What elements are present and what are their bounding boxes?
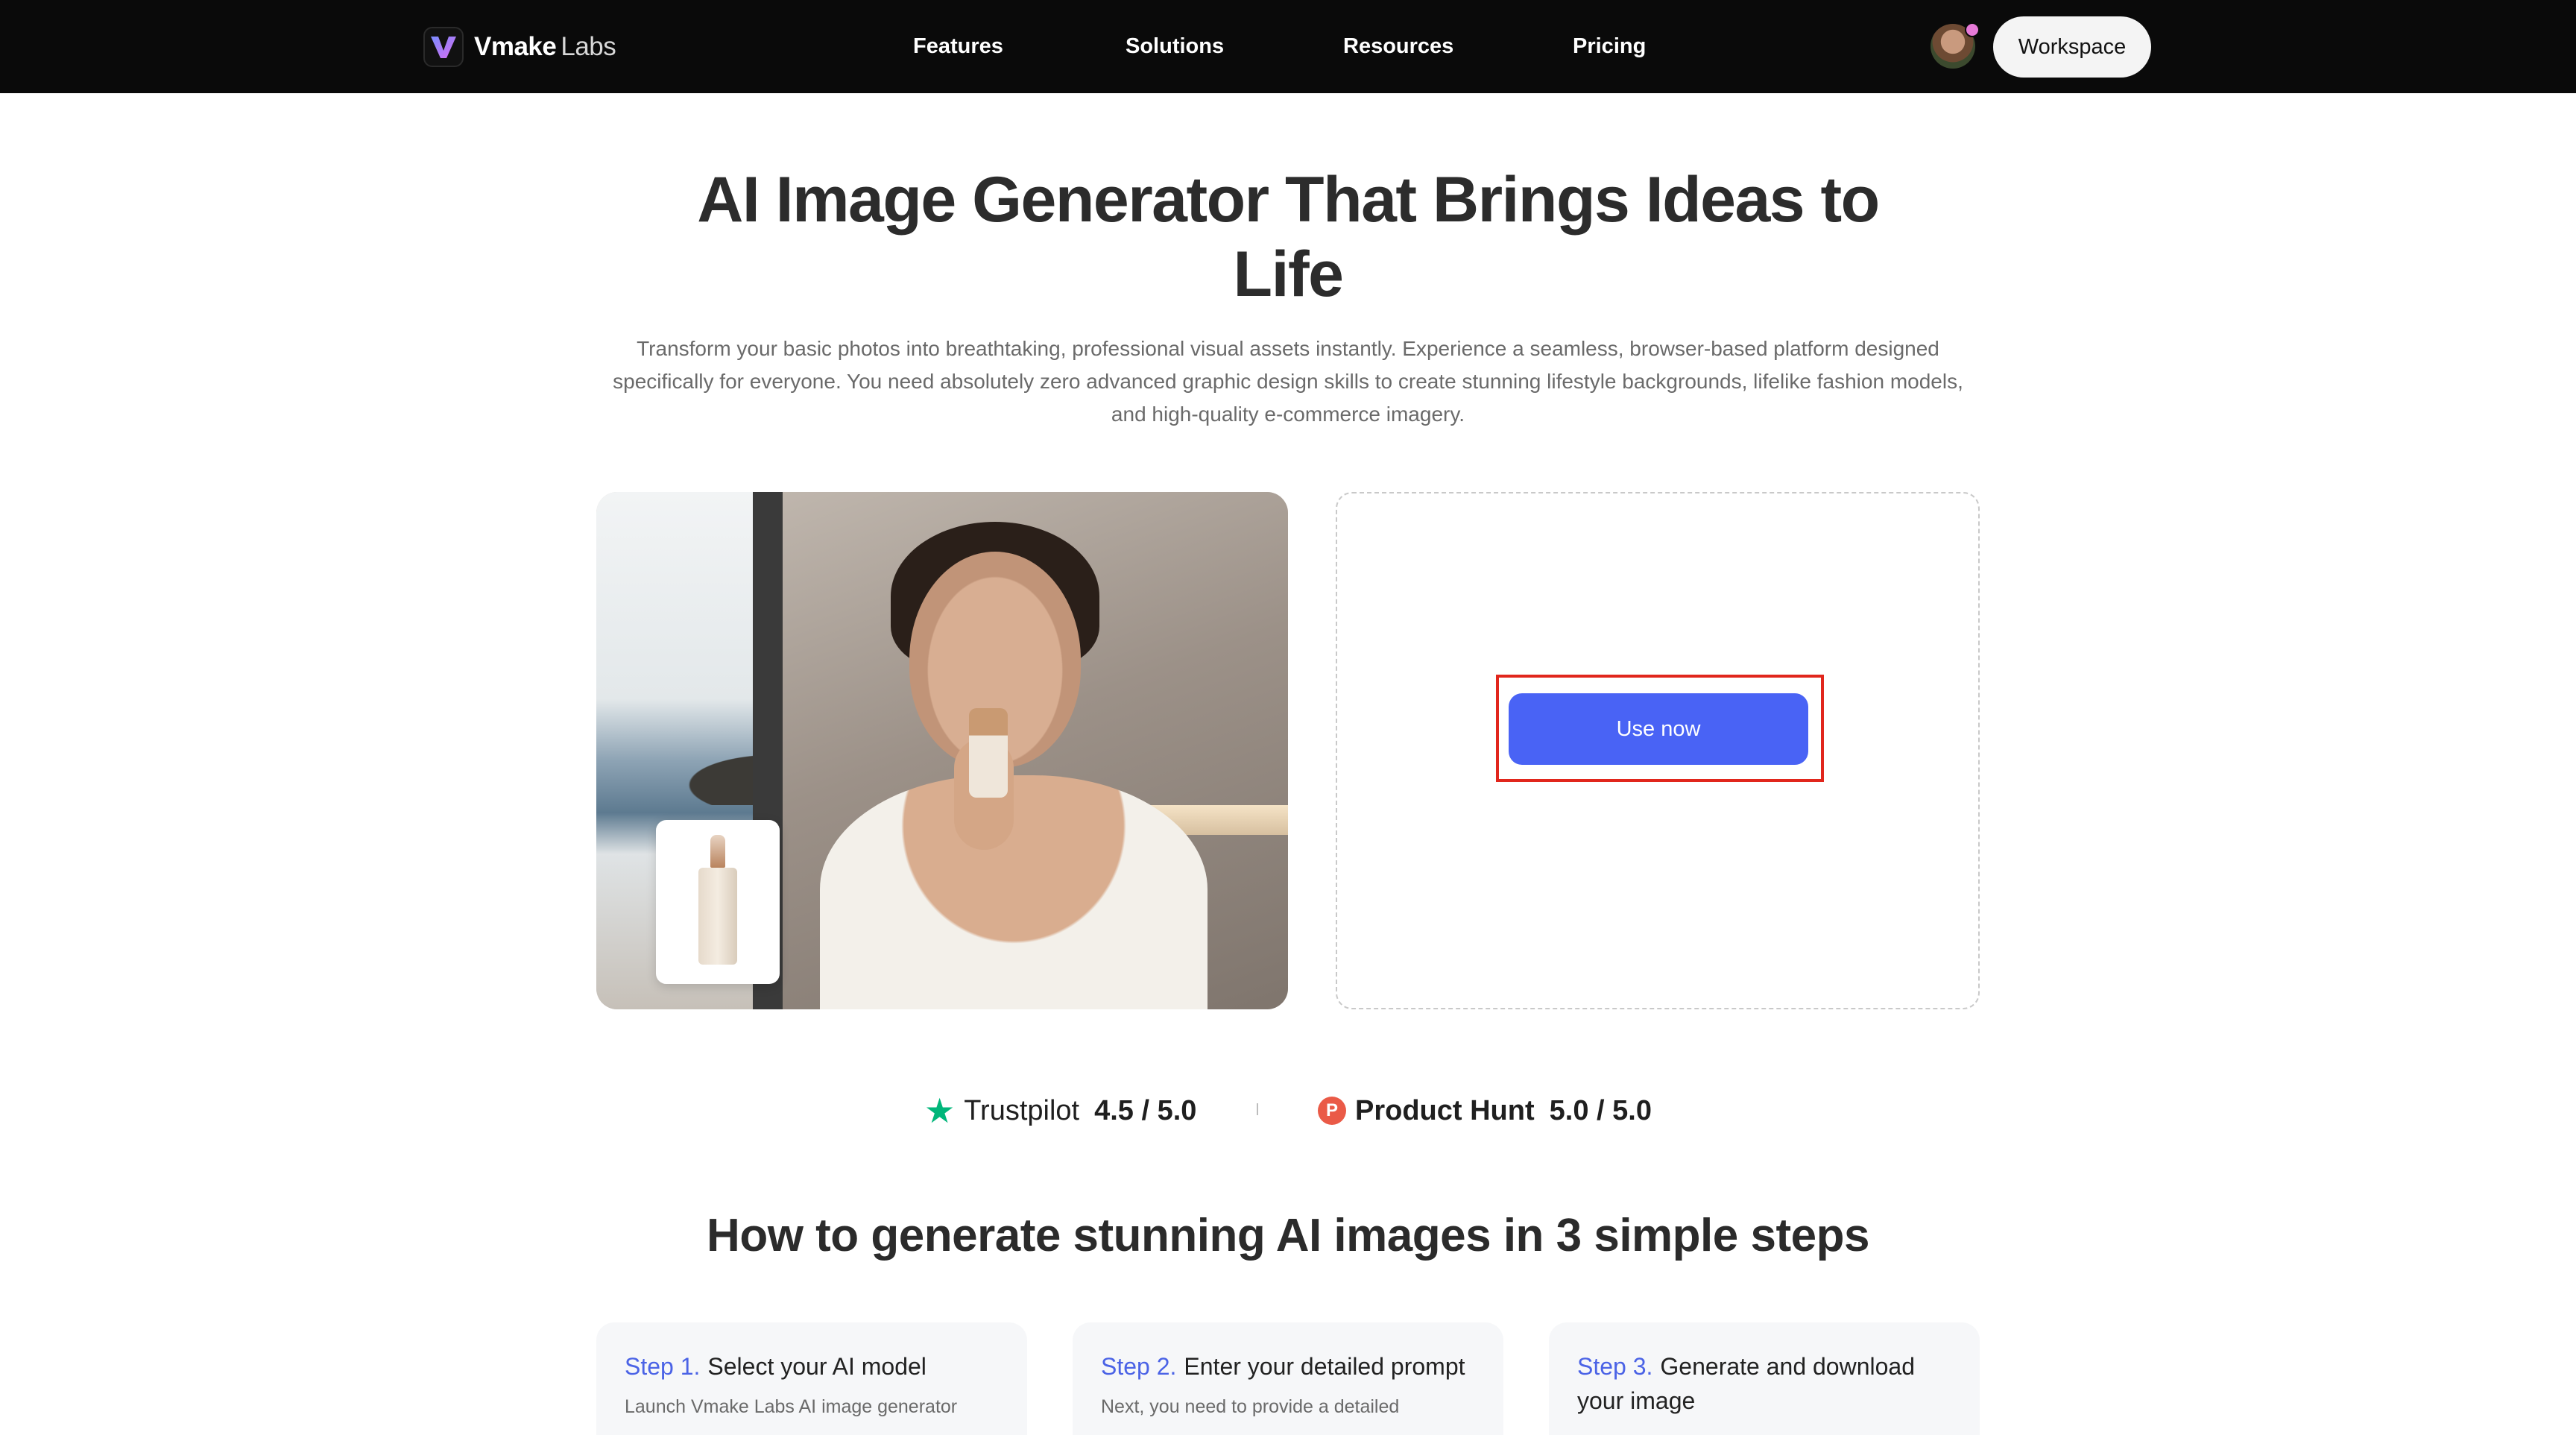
step-title: Select your AI model: [707, 1353, 926, 1380]
steps-title: How to generate stunning AI images in 3 …: [707, 1210, 1869, 1261]
page-title: AI Image Generator That Brings Ideas to …: [697, 164, 1880, 310]
step-description: Launch Vmake Labs AI image generator: [625, 1396, 958, 1417]
avatar-badge: [1965, 22, 1980, 37]
logo[interactable]: Vmake Labs: [423, 27, 616, 67]
serum-bottle-icon: [698, 835, 737, 969]
rating-divider: [1257, 1103, 1258, 1115]
star-icon: ★: [924, 1091, 956, 1130]
step-heading: Step 1. Select your AI model: [625, 1349, 999, 1384]
workspace-button[interactable]: Workspace: [1993, 16, 2151, 78]
model-body: [820, 775, 1208, 1009]
step-number: Step 2.: [1101, 1353, 1177, 1380]
step-card-1: Step 1. Select your AI model Launch Vmake…: [596, 1322, 1027, 1435]
rating-name: Product Hunt: [1355, 1094, 1535, 1126]
logo-icon: [423, 27, 464, 67]
use-now-button[interactable]: Use now: [1509, 693, 1808, 765]
nav-link-resources[interactable]: Resources: [1343, 30, 1453, 63]
step-description: Next, you need to provide a detailed: [1101, 1396, 1400, 1417]
rating-score: 5.0 / 5.0: [1549, 1094, 1652, 1126]
rating-trustpilot[interactable]: ★ Trustpilot 4.5 / 5.0: [924, 1090, 1196, 1132]
logo-secondary: Labs: [561, 32, 616, 61]
step-card-2: Step 2. Enter your detailed prompt Next, …: [1073, 1322, 1503, 1435]
step-heading: Step 2. Enter your detailed prompt: [1101, 1349, 1475, 1384]
step-number: Step 1.: [625, 1353, 701, 1380]
logo-primary: Vmake: [474, 32, 557, 61]
logo-text: Vmake Labs: [474, 32, 616, 62]
product-thumbnail: [656, 820, 780, 984]
step-heading: Step 3. Generate and download your image: [1577, 1349, 1951, 1418]
top-nav: Vmake Labs Features Solutions Resources P…: [0, 0, 2576, 93]
step-title: Enter your detailed prompt: [1184, 1353, 1465, 1380]
product-hunt-icon: P: [1318, 1097, 1346, 1125]
step-number: Step 3.: [1577, 1353, 1653, 1380]
rating-score: 4.5 / 5.0: [1094, 1094, 1197, 1126]
nav-link-pricing[interactable]: Pricing: [1573, 30, 1646, 63]
nav-link-features[interactable]: Features: [913, 30, 1003, 63]
step-card-3: Step 3. Generate and download your image: [1549, 1322, 1980, 1435]
hero-description: Transform your basic photos into breatht…: [613, 337, 1963, 426]
rating-name: Trustpilot: [964, 1094, 1080, 1126]
avatar[interactable]: [1931, 22, 1980, 69]
held-serum-bottle: [969, 708, 1008, 798]
example-image: [596, 492, 1288, 1009]
nav-link-solutions[interactable]: Solutions: [1126, 30, 1224, 63]
rating-product-hunt[interactable]: P Product Hunt 5.0 / 5.0: [1318, 1090, 1652, 1132]
